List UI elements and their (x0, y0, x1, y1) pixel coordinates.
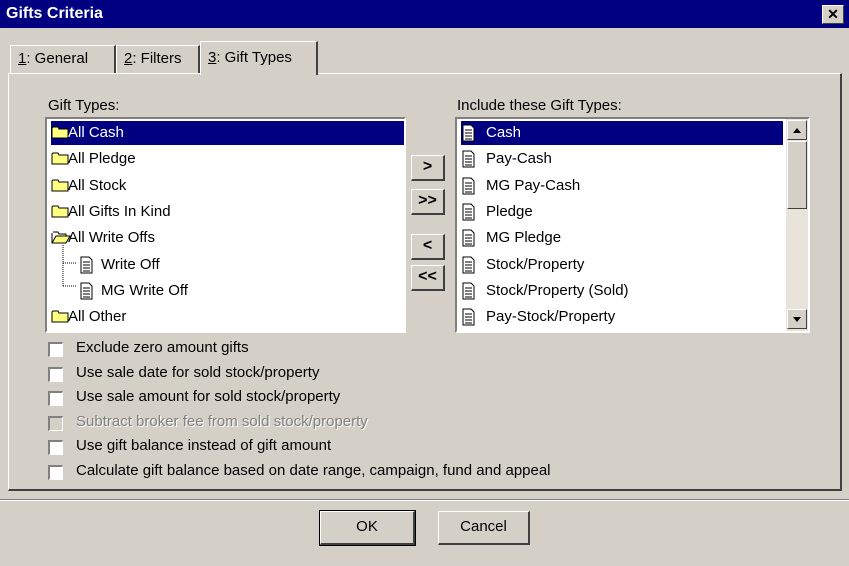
tab-gift-types-label: : Gift Types (216, 49, 292, 66)
option-label: Exclude zero amount gifts (76, 339, 249, 356)
cancel-button[interactable]: Cancel (438, 511, 530, 545)
tree-item[interactable]: All Other (51, 305, 130, 329)
scroll-thumb[interactable] (787, 141, 807, 209)
list-item-label: Pledge (486, 202, 533, 220)
remove-one-label: < (422, 237, 433, 254)
tree-item-label: All Cash (68, 124, 128, 141)
option-checkbox (48, 415, 63, 431)
tab-filters[interactable]: 2: Filters (116, 45, 200, 73)
dialog-title: Gifts Criteria (6, 5, 103, 22)
document-icon (461, 124, 477, 150)
scroll-down-button[interactable] (787, 309, 807, 329)
tree-item-label: All Pledge (68, 150, 136, 168)
tree-item[interactable]: Write Off (79, 253, 164, 277)
option-label: Calculate gift balance based on date ran… (76, 462, 551, 479)
list-item-label: MG Pay-Cash (486, 176, 581, 194)
folder-icon (51, 177, 71, 201)
cancel-label: Cancel (460, 518, 507, 535)
list-item-label: Stock/Property (Sold) (486, 281, 629, 299)
included-list[interactable]: Cash Pay-Cash MG Pay-Cash Pledge MG Pledge St… (455, 117, 810, 333)
option-checkbox[interactable] (48, 391, 63, 407)
add-all-label: >> (418, 192, 437, 209)
list-item[interactable]: MG Pay-Cash (461, 174, 580, 198)
remove-all-label: << (418, 268, 437, 285)
list-item[interactable]: Pay-Cash (461, 147, 552, 171)
ok-button[interactable]: OK (319, 510, 416, 546)
document-icon (461, 282, 477, 308)
list-item-label: MG Pledge (486, 229, 562, 247)
arrow-up-icon (793, 128, 801, 133)
document-icon (461, 203, 477, 229)
tree-item[interactable]: All Stock (51, 174, 130, 198)
add-all-button[interactable]: >> (411, 189, 445, 215)
option-label: Subtract broker fee from sold stock/prop… (76, 412, 368, 430)
document-icon (461, 177, 477, 203)
list-item-label: Pay-Cash (486, 150, 552, 168)
option-label: Use gift balance instead of gift amount (76, 437, 332, 455)
list-item[interactable]: MG Pledge (461, 226, 561, 250)
option-checkbox[interactable] (48, 366, 63, 382)
option-checkbox[interactable] (48, 440, 63, 456)
ok-label: OK (356, 518, 378, 535)
list-item-label: Pay-Stock/Property (486, 308, 616, 326)
add-one-label: > (422, 158, 433, 175)
gift-types-tree[interactable]: All Cash All Pledge All Stock All Gifts In … (45, 117, 406, 333)
tab-general[interactable]: 1: General (10, 45, 116, 73)
tab-gift-types[interactable]: 3: Gift Types (200, 41, 318, 75)
tree-item[interactable]: All Pledge (51, 147, 140, 171)
add-one-button[interactable]: > (411, 155, 445, 181)
tab-filters-label: : Filters (132, 50, 182, 67)
list-item-label: Cash (486, 124, 522, 141)
gift-types-label: Gift Types: (48, 97, 120, 114)
tree-item[interactable]: All Cash (51, 121, 404, 145)
tree-item-label: MG Write Off (101, 281, 188, 299)
folder-icon (51, 124, 71, 148)
tree-item-label: Write Off (101, 255, 160, 273)
folder-icon (51, 203, 71, 227)
tree-item[interactable]: MG Write Off (79, 279, 192, 303)
footer-divider (0, 499, 849, 501)
list-item[interactable]: Pay-Stock/Property (461, 305, 615, 329)
option-label: Use sale amount for sold stock/property (76, 388, 341, 406)
list-item[interactable]: Stock/Property (Sold) (461, 279, 629, 303)
tree-item-label: All Stock (68, 176, 127, 194)
document-icon (461, 256, 477, 282)
tree-item[interactable]: All Gifts In Kind (51, 200, 175, 224)
gifts-criteria-dialog: Gifts Criteria ✕ 1: General 2: Filters 3… (0, 0, 849, 566)
included-scrollbar[interactable] (786, 119, 808, 331)
close-button[interactable]: ✕ (822, 5, 844, 24)
remove-one-button[interactable]: < (411, 234, 445, 260)
remove-all-button[interactable]: << (411, 265, 445, 291)
document-icon (461, 229, 477, 255)
included-label: Include these Gift Types: (457, 97, 622, 114)
scroll-up-button[interactable] (787, 120, 807, 140)
list-item-label: Stock/Property (486, 255, 585, 273)
title-bar[interactable]: Gifts Criteria ✕ (0, 0, 849, 28)
option-checkbox[interactable] (48, 342, 63, 357)
list-item[interactable]: Stock/Property (461, 253, 584, 277)
tree-item-label: All Other (68, 308, 127, 326)
tree-item-label: All Gifts In Kind (68, 202, 171, 220)
list-item[interactable]: Pledge (461, 200, 533, 224)
option-label: Use sale date for sold stock/property (76, 363, 320, 381)
folder-icon (51, 308, 71, 331)
arrow-down-icon (793, 317, 801, 322)
folder-icon (51, 150, 71, 174)
document-icon (461, 308, 477, 331)
tab-general-label: : General (26, 50, 89, 67)
close-icon: ✕ (827, 6, 839, 22)
option-checkbox[interactable] (48, 465, 63, 480)
tree-lines (62, 245, 77, 287)
list-item[interactable]: Cash (461, 121, 783, 145)
document-icon (461, 150, 477, 176)
